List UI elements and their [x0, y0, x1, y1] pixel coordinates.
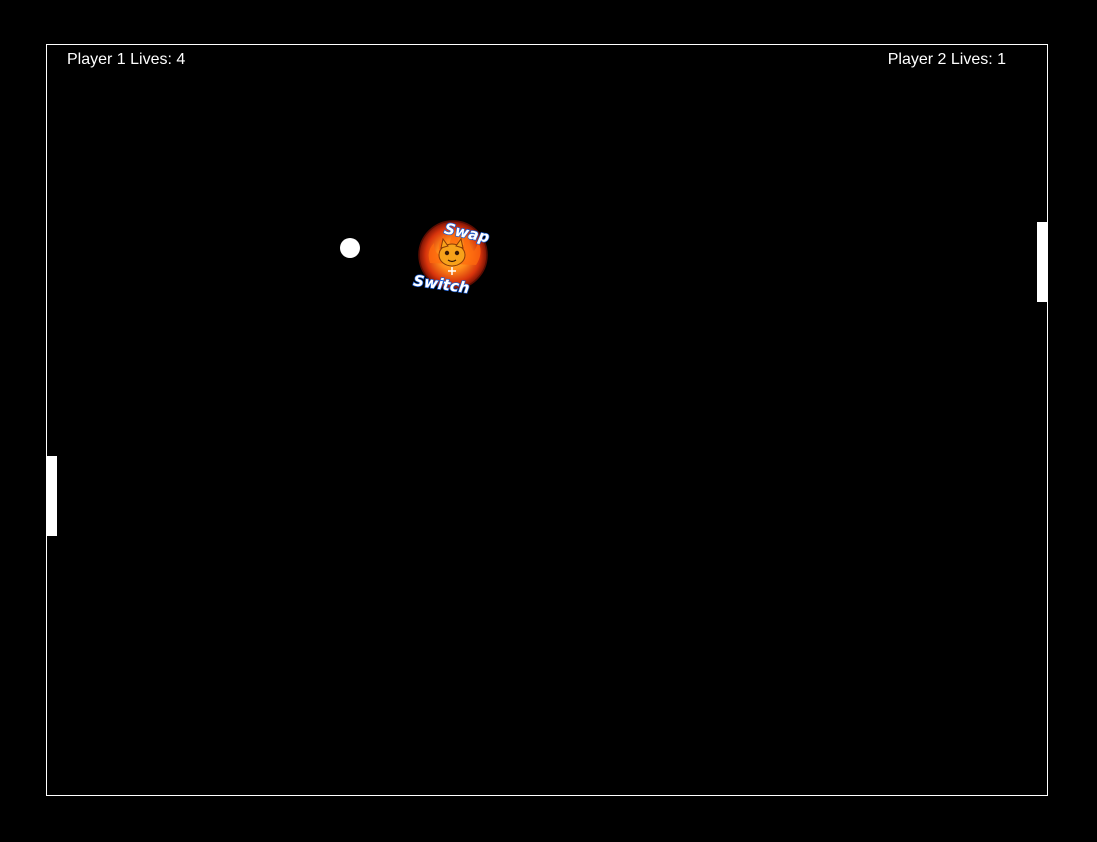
ball [340, 238, 360, 258]
swap-switch-powerup: Swap Switch [412, 215, 492, 295]
swap-switch-powerup-icon: Swap Switch [412, 219, 492, 295]
game-court: Player 1 Lives: 4 Player 2 Lives: 1 Swap… [46, 44, 1048, 796]
player2-paddle[interactable] [1037, 222, 1047, 302]
player2-lives: Player 2 Lives: 1 [887, 51, 1006, 68]
player1-paddle[interactable] [47, 456, 57, 536]
player1-lives: Player 1 Lives: 4 [67, 51, 186, 68]
